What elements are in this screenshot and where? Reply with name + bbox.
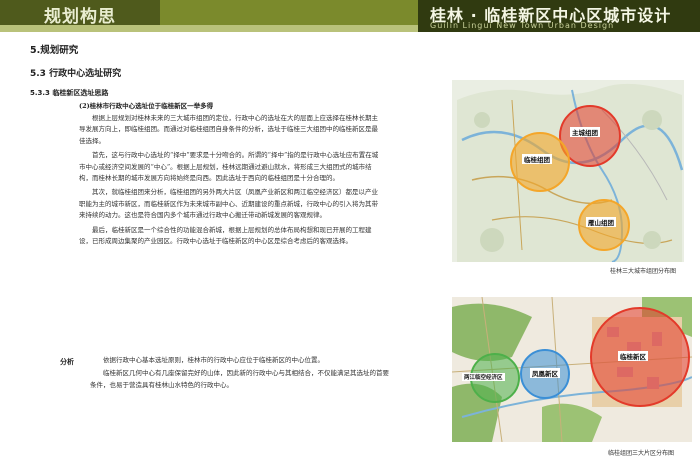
analysis-text: 依据行政中心基本选址原则，桂林市的行政中心应位于临桂新区的中心位置。 临桂新区几… (90, 355, 390, 391)
xinqu-district-label: 临桂新区 (618, 351, 648, 361)
analysis-paragraph: 临桂新区几何中心有几座保留完好的山体，因此新的行政中心与其相结合，不仅能满足其选… (90, 369, 389, 389)
project-title-block: 桂林 · 临桂新区中心区城市设计 Guilin Lingui New Town … (418, 0, 700, 32)
section-title-block: 规划构思 (0, 0, 160, 27)
paragraph: 最后，临桂新区是一个综合性的功能混合新城，根据上层规划的总体布局构想和现已开展的… (79, 225, 372, 246)
paragraph: 根据上层规划对桂林未来的三大城市组团的定位，行政中心的选址在大的层面上应选择在桂… (79, 114, 378, 145)
paragraph: 其次，就临桂组团来分析，临桂组团的另外两大片区（凤凰产业新区和两江临空经济区）都… (79, 188, 378, 220)
analysis-label: 分析 (60, 358, 74, 366)
paragraph: 首先，这与行政中心选址的“择中”要求是十分吻合的。所谓的“择中”指的是行政中心选… (79, 151, 379, 183)
heading-level-3: 5.3.3 临桂新区选址思路 (30, 89, 109, 97)
lingui-cluster-label: 临桂组团 (522, 154, 552, 164)
yanshan-cluster-label: 雁山组团 (586, 217, 616, 227)
heading-level-2: 5.3 行政中心选址研究 (30, 69, 122, 79)
subheading: (2)桂林市行政中心选址位于临桂新区一举多得 (79, 102, 214, 110)
city-clusters-map: 主城组团 临桂组团 雁山组团 (452, 80, 684, 262)
fenghuang-district-label: 凤凰新区 (530, 368, 560, 378)
bottom-map-caption: 临桂组团三大片区分布图 (608, 450, 675, 457)
heading-level-1: 5.规划研究 (30, 45, 79, 56)
lingui-districts-map: 临桂新区 凤凰新区 两江临空经济区 (452, 297, 692, 442)
project-subtitle: Guilin Lingui New Town Urban Design (430, 21, 615, 30)
top-map-caption: 桂林三大城市组团分布图 (610, 268, 677, 275)
liangjiang-district-label: 两江临空经济区 (462, 373, 505, 381)
section-title: 规划构思 (44, 7, 116, 27)
header-stripe (0, 25, 418, 32)
body-text: 根据上层规划对桂林未来的三大城市组团的定位，行政中心的选址在大的层面上应选择在桂… (79, 113, 379, 247)
analysis-paragraph: 依据行政中心基本选址原则，桂林市的行政中心应位于临桂新区的中心位置。 (103, 356, 324, 364)
main-cluster-label: 主城组团 (570, 127, 600, 137)
